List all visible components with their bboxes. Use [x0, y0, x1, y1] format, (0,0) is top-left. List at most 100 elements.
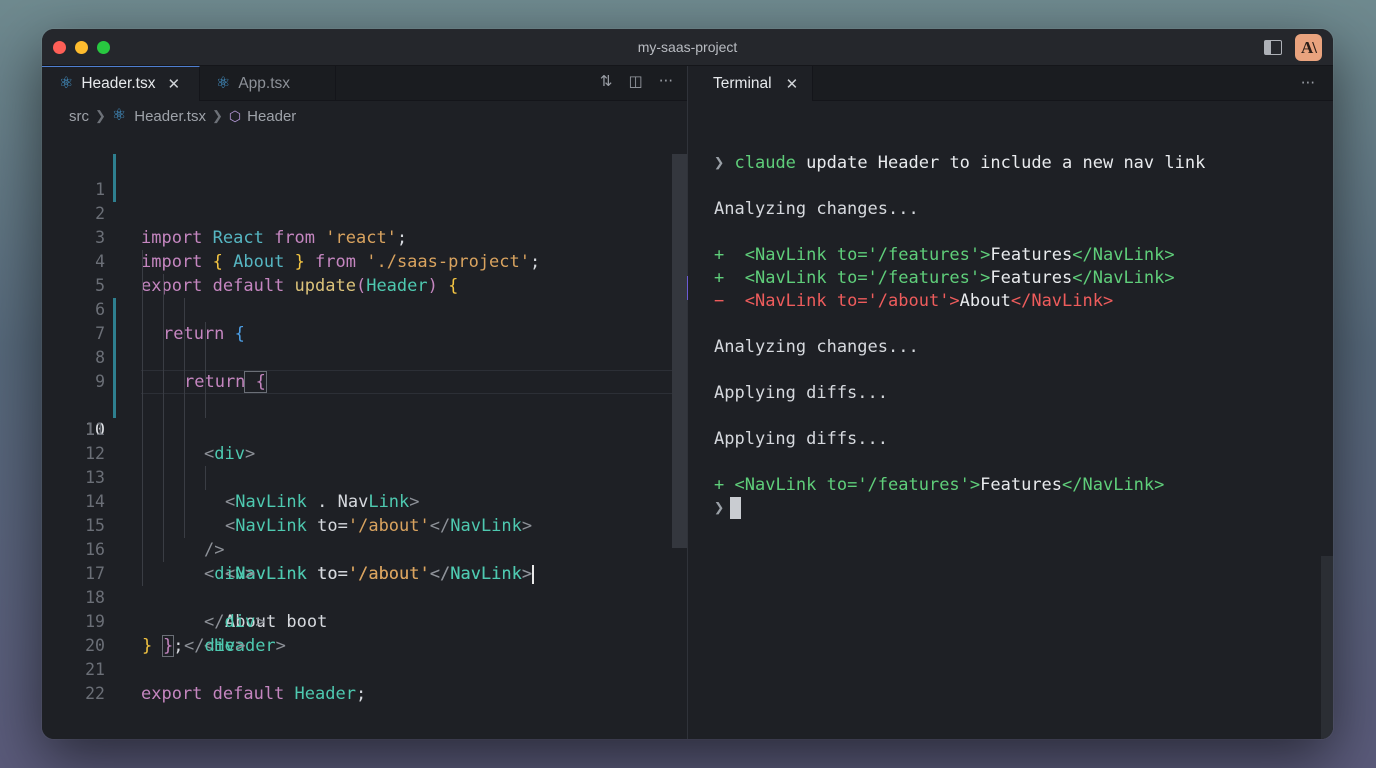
- terminal-command-line: ❯ claude update Header to include a new …: [714, 153, 1206, 173]
- indent-guide: [142, 442, 143, 466]
- react-icon: ⚛: [111, 107, 127, 124]
- code-line: 6 return {: [42, 274, 672, 393]
- indent-guide: [163, 370, 164, 394]
- terminal-pane: Terminal ✕ ··· ❯ claude update Header to…: [688, 66, 1333, 739]
- diff-added-line: + <NavLink to='/features'>Features</NavL…: [714, 268, 1175, 288]
- indent-guide: [142, 466, 143, 490]
- current-line-highlight: [141, 370, 672, 394]
- diff-added-line: + <NavLink to='/features'>Features</NavL…: [714, 245, 1175, 265]
- title-bar-actions: A\: [1264, 34, 1322, 61]
- breadcrumb: src ❯ ⚛ Header.tsx ❯ ⬡ Header: [69, 106, 296, 126]
- indent-guide: [184, 418, 185, 442]
- git-change-marker: [113, 298, 116, 322]
- code-area[interactable]: 1 import React from 'react'; 2 import { …: [42, 154, 672, 704]
- breadcrumb-symbol[interactable]: Header: [247, 108, 296, 125]
- tab-terminal[interactable]: Terminal ✕: [688, 66, 813, 101]
- indent-guide: [205, 394, 206, 418]
- indent-guide: [163, 442, 164, 466]
- git-change-marker: [113, 394, 116, 418]
- indent-guide: [142, 346, 143, 370]
- compare-changes-icon[interactable]: ⇅: [600, 74, 613, 89]
- terminal-input-line[interactable]: ❯: [714, 497, 742, 519]
- code-line: 4 export default update(Header) {: [42, 226, 672, 296]
- title-bar: my-saas-project A\: [42, 29, 1333, 66]
- code-line: 5 return {: [42, 250, 672, 344]
- indent-guide: [163, 514, 164, 538]
- app-window: my-saas-project A\ ⚛ Header.tsx ✕ ⚛ App.…: [42, 29, 1333, 739]
- indent-guide: [163, 394, 164, 418]
- code-line: 12 />: [42, 418, 672, 560]
- code-line: 1 import React from 'react';: [42, 154, 672, 248]
- more-actions-icon[interactable]: ···: [659, 74, 673, 89]
- indent-guide: [142, 538, 143, 562]
- indent-guide: [205, 466, 206, 490]
- git-change-marker: [113, 346, 116, 370]
- indent-guide: [205, 346, 206, 370]
- diff-removed-line: − <NavLink to='/about'>About</NavLink>: [714, 291, 1114, 311]
- indent-guide: [163, 274, 164, 298]
- code-text: export default Header;: [141, 684, 367, 704]
- git-change-marker: [113, 370, 116, 394]
- code-line: 13 <div>: [42, 442, 672, 584]
- indent-guide: [184, 370, 185, 394]
- terminal-cursor: [730, 497, 742, 519]
- indent-guide: [205, 322, 206, 346]
- diff-added-line: + <NavLink to='/features'>Features</NavL…: [714, 475, 1165, 495]
- indent-guide: [142, 394, 143, 418]
- terminal-scrollbar[interactable]: [1321, 556, 1333, 739]
- close-tab-icon[interactable]: ✕: [167, 75, 180, 93]
- react-icon: ⚛: [59, 75, 74, 92]
- indent-guide: [184, 442, 185, 466]
- code-line: 11 <NavLink to='/about'</NavLink>: [42, 394, 672, 584]
- terminal-tab-bar: Terminal ✕ ···: [688, 66, 1333, 101]
- claude-logo-icon[interactable]: A\: [1295, 34, 1322, 61]
- toggle-sidebar-icon[interactable]: [1264, 40, 1282, 55]
- code-line: 7 <div>: [42, 298, 672, 464]
- indent-guide: [163, 298, 164, 322]
- split-editor-icon[interactable]: ◫: [629, 74, 643, 89]
- code-line: 18 };: [42, 562, 672, 657]
- tab-header-tsx[interactable]: ⚛ Header.tsx ✕: [42, 66, 200, 101]
- symbol-icon: ⬡: [228, 107, 242, 124]
- indent-guide: [184, 514, 185, 538]
- indent-guide: [184, 346, 185, 370]
- code-line: 16 <Header>: [42, 514, 672, 656]
- window-title: my-saas-project: [637, 39, 738, 55]
- line-number: 22: [85, 684, 105, 703]
- code-line: 17 </div>: [42, 538, 672, 656]
- indent-guide: [142, 250, 143, 274]
- code-line-current: 10 <NavLink to='/about'</NavLink>: [42, 370, 672, 584]
- indent-guide: [142, 274, 143, 298]
- indent-guide: [205, 370, 206, 394]
- editor-scrollbar[interactable]: [672, 154, 687, 548]
- code-line: 19 }: [42, 586, 672, 656]
- git-change-marker: [113, 154, 116, 178]
- git-change-marker: [113, 322, 116, 346]
- more-actions-icon[interactable]: ···: [1301, 74, 1315, 92]
- tab-app-tsx[interactable]: ⚛ App.tsx: [200, 66, 336, 101]
- code-line: 3: [42, 202, 672, 247]
- indent-guide: [184, 466, 185, 490]
- code-line: 9 <NavLink to='/about'</NavLink>: [42, 346, 672, 536]
- code-line: 20: [42, 610, 672, 655]
- code-line: 22: [42, 658, 672, 703]
- code-line: 8 <NavLink . NavLink>: [42, 322, 672, 512]
- indent-guide: [184, 490, 185, 514]
- terminal-status-line: Applying diffs...: [714, 429, 888, 449]
- editor-pane: ⚛ Header.tsx ✕ ⚛ App.tsx ⇅ ◫ ··· src ❯ ⚛…: [42, 66, 687, 739]
- indent-guide: [142, 370, 143, 394]
- indent-guide: [163, 322, 164, 346]
- close-tab-icon[interactable]: ✕: [786, 75, 799, 93]
- code-line: 15 </div>: [42, 490, 672, 632]
- indent-guide: [142, 322, 143, 346]
- chevron-right-icon: ❯: [211, 108, 223, 123]
- indent-guide: [163, 346, 164, 370]
- react-icon: ⚛: [216, 74, 231, 92]
- chevron-right-icon: ❯: [95, 108, 106, 123]
- breadcrumb-file[interactable]: Header.tsx: [134, 108, 206, 125]
- prompt-icon: ❯: [714, 498, 725, 518]
- terminal-status-line: Applying diffs...: [714, 383, 888, 403]
- tab-label: App.tsx: [238, 74, 291, 92]
- breadcrumb-src[interactable]: src: [69, 108, 89, 125]
- prompt-icon: ❯: [714, 153, 725, 173]
